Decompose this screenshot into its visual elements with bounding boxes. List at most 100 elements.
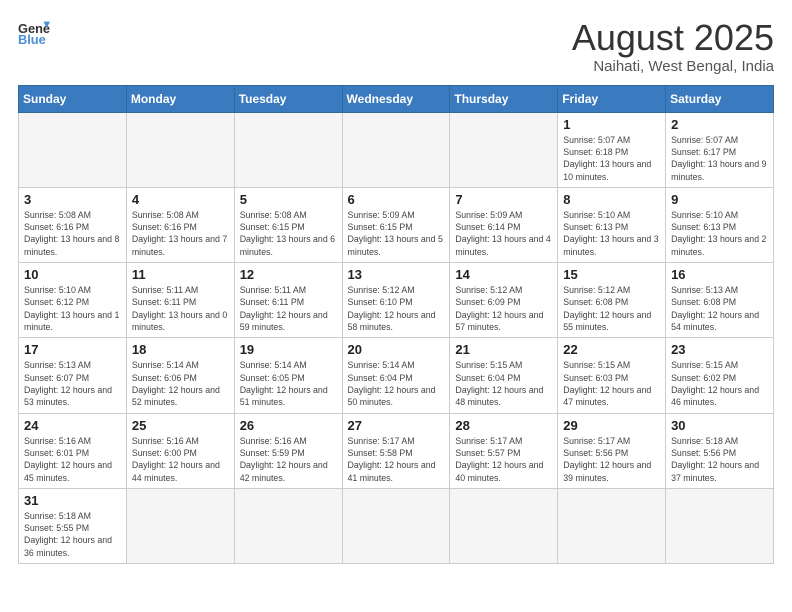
day-info: Sunrise: 5:08 AM Sunset: 6:16 PM Dayligh… [24, 209, 121, 258]
day-info: Sunrise: 5:18 AM Sunset: 5:56 PM Dayligh… [671, 435, 768, 484]
calendar-cell: 3 Sunrise: 5:08 AM Sunset: 6:16 PM Daylig… [19, 187, 127, 262]
week-row-0: 1Sunrise: 5:07 AM Sunset: 6:18 PM Daylig… [19, 112, 774, 187]
calendar-cell: 18Sunrise: 5:14 AM Sunset: 6:06 PM Dayli… [126, 338, 234, 413]
header-saturday: Saturday [666, 85, 774, 112]
day-number: 14 [455, 267, 552, 282]
day-number: 24 [24, 418, 121, 433]
logo: General Blue [18, 18, 50, 46]
calendar-cell [19, 112, 127, 187]
day-info: Sunrise: 5:16 AM Sunset: 5:59 PM Dayligh… [240, 435, 337, 484]
calendar-cell: 30 Sunrise: 5:18 AM Sunset: 5:56 PM Dayli… [666, 413, 774, 488]
calendar-cell: 1Sunrise: 5:07 AM Sunset: 6:18 PM Daylig… [558, 112, 666, 187]
calendar-cell: 29 Sunrise: 5:17 AM Sunset: 5:56 PM Dayli… [558, 413, 666, 488]
day-info: Sunrise: 5:13 AM Sunset: 6:08 PM Dayligh… [671, 284, 768, 333]
day-number: 26 [240, 418, 337, 433]
calendar-cell: 23Sunrise: 5:15 AM Sunset: 6:02 PM Dayli… [666, 338, 774, 413]
day-info: Sunrise: 5:07 AM Sunset: 6:17 PM Dayligh… [671, 134, 768, 183]
day-info: Sunrise: 5:13 AM Sunset: 6:07 PM Dayligh… [24, 359, 121, 408]
calendar-cell: 22 Sunrise: 5:15 AM Sunset: 6:03 PM Dayli… [558, 338, 666, 413]
day-info: Sunrise: 5:16 AM Sunset: 6:01 PM Dayligh… [24, 435, 121, 484]
week-row-5: 31 Sunrise: 5:18 AM Sunset: 5:55 PM Dayli… [19, 488, 774, 563]
day-number: 31 [24, 493, 121, 508]
day-info: Sunrise: 5:10 AM Sunset: 6:13 PM Dayligh… [671, 209, 768, 258]
day-number: 6 [348, 192, 445, 207]
day-info: Sunrise: 5:18 AM Sunset: 5:55 PM Dayligh… [24, 510, 121, 559]
calendar-cell: 27Sunrise: 5:17 AM Sunset: 5:58 PM Dayli… [342, 413, 450, 488]
calendar-cell [126, 112, 234, 187]
header-tuesday: Tuesday [234, 85, 342, 112]
week-row-1: 3 Sunrise: 5:08 AM Sunset: 6:16 PM Daylig… [19, 187, 774, 262]
day-number: 29 [563, 418, 660, 433]
header: General Blue August 2025 Naihati, West B… [18, 18, 774, 75]
day-number: 13 [348, 267, 445, 282]
week-row-2: 10 Sunrise: 5:10 AM Sunset: 6:12 PM Dayli… [19, 263, 774, 338]
calendar-cell [342, 488, 450, 563]
day-info: Sunrise: 5:08 AM Sunset: 6:15 PM Dayligh… [240, 209, 337, 258]
day-number: 30 [671, 418, 768, 433]
header-sunday: Sunday [19, 85, 127, 112]
calendar-cell: 24 Sunrise: 5:16 AM Sunset: 6:01 PM Dayli… [19, 413, 127, 488]
day-info: Sunrise: 5:10 AM Sunset: 6:12 PM Dayligh… [24, 284, 121, 333]
calendar-cell: 4Sunrise: 5:08 AM Sunset: 6:16 PM Daylig… [126, 187, 234, 262]
day-info: Sunrise: 5:14 AM Sunset: 6:06 PM Dayligh… [132, 359, 229, 408]
day-number: 7 [455, 192, 552, 207]
day-info: Sunrise: 5:10 AM Sunset: 6:13 PM Dayligh… [563, 209, 660, 258]
header-friday: Friday [558, 85, 666, 112]
day-number: 3 [24, 192, 121, 207]
calendar-cell [342, 112, 450, 187]
title-block: August 2025 Naihati, West Bengal, India [572, 18, 774, 75]
day-info: Sunrise: 5:12 AM Sunset: 6:09 PM Dayligh… [455, 284, 552, 333]
day-info: Sunrise: 5:17 AM Sunset: 5:57 PM Dayligh… [455, 435, 552, 484]
day-number: 25 [132, 418, 229, 433]
day-number: 20 [348, 342, 445, 357]
day-number: 2 [671, 117, 768, 132]
calendar-cell: 2 Sunrise: 5:07 AM Sunset: 6:17 PM Daylig… [666, 112, 774, 187]
day-info: Sunrise: 5:09 AM Sunset: 6:14 PM Dayligh… [455, 209, 552, 258]
day-info: Sunrise: 5:17 AM Sunset: 5:56 PM Dayligh… [563, 435, 660, 484]
calendar-cell: 7 Sunrise: 5:09 AM Sunset: 6:14 PM Daylig… [450, 187, 558, 262]
calendar-cell: 19Sunrise: 5:14 AM Sunset: 6:05 PM Dayli… [234, 338, 342, 413]
calendar-cell: 16Sunrise: 5:13 AM Sunset: 6:08 PM Dayli… [666, 263, 774, 338]
calendar-cell: 28Sunrise: 5:17 AM Sunset: 5:57 PM Dayli… [450, 413, 558, 488]
calendar-cell: 9 Sunrise: 5:10 AM Sunset: 6:13 PM Daylig… [666, 187, 774, 262]
day-number: 22 [563, 342, 660, 357]
calendar-subtitle: Naihati, West Bengal, India [572, 58, 774, 75]
day-number: 15 [563, 267, 660, 282]
calendar-table: Sunday Monday Tuesday Wednesday Thursday… [18, 85, 774, 565]
calendar-cell [450, 488, 558, 563]
day-number: 9 [671, 192, 768, 207]
day-number: 11 [132, 267, 229, 282]
calendar-cell: 12 Sunrise: 5:11 AM Sunset: 6:11 PM Dayli… [234, 263, 342, 338]
day-info: Sunrise: 5:14 AM Sunset: 6:04 PM Dayligh… [348, 359, 445, 408]
week-row-4: 24 Sunrise: 5:16 AM Sunset: 6:01 PM Dayli… [19, 413, 774, 488]
day-info: Sunrise: 5:15 AM Sunset: 6:03 PM Dayligh… [563, 359, 660, 408]
calendar-cell: 10 Sunrise: 5:10 AM Sunset: 6:12 PM Dayli… [19, 263, 127, 338]
day-info: Sunrise: 5:11 AM Sunset: 6:11 PM Dayligh… [240, 284, 337, 333]
calendar-cell [126, 488, 234, 563]
day-info: Sunrise: 5:09 AM Sunset: 6:15 PM Dayligh… [348, 209, 445, 258]
calendar-cell: 25Sunrise: 5:16 AM Sunset: 6:00 PM Dayli… [126, 413, 234, 488]
logo-icon: General Blue [18, 18, 50, 46]
day-info: Sunrise: 5:15 AM Sunset: 6:04 PM Dayligh… [455, 359, 552, 408]
calendar-cell: 6 Sunrise: 5:09 AM Sunset: 6:15 PM Daylig… [342, 187, 450, 262]
day-info: Sunrise: 5:12 AM Sunset: 6:08 PM Dayligh… [563, 284, 660, 333]
day-number: 10 [24, 267, 121, 282]
calendar-cell: 8Sunrise: 5:10 AM Sunset: 6:13 PM Daylig… [558, 187, 666, 262]
calendar-cell [234, 488, 342, 563]
day-info: Sunrise: 5:07 AM Sunset: 6:18 PM Dayligh… [563, 134, 660, 183]
calendar-cell: 17 Sunrise: 5:13 AM Sunset: 6:07 PM Dayli… [19, 338, 127, 413]
day-info: Sunrise: 5:12 AM Sunset: 6:10 PM Dayligh… [348, 284, 445, 333]
day-number: 27 [348, 418, 445, 433]
day-number: 4 [132, 192, 229, 207]
calendar-cell [666, 488, 774, 563]
week-row-3: 17 Sunrise: 5:13 AM Sunset: 6:07 PM Dayli… [19, 338, 774, 413]
calendar-cell: 13 Sunrise: 5:12 AM Sunset: 6:10 PM Dayli… [342, 263, 450, 338]
calendar-cell [558, 488, 666, 563]
day-number: 12 [240, 267, 337, 282]
calendar-cell: 15 Sunrise: 5:12 AM Sunset: 6:08 PM Dayli… [558, 263, 666, 338]
day-info: Sunrise: 5:11 AM Sunset: 6:11 PM Dayligh… [132, 284, 229, 333]
calendar-cell [450, 112, 558, 187]
day-number: 17 [24, 342, 121, 357]
header-thursday: Thursday [450, 85, 558, 112]
calendar-cell: 21Sunrise: 5:15 AM Sunset: 6:04 PM Dayli… [450, 338, 558, 413]
